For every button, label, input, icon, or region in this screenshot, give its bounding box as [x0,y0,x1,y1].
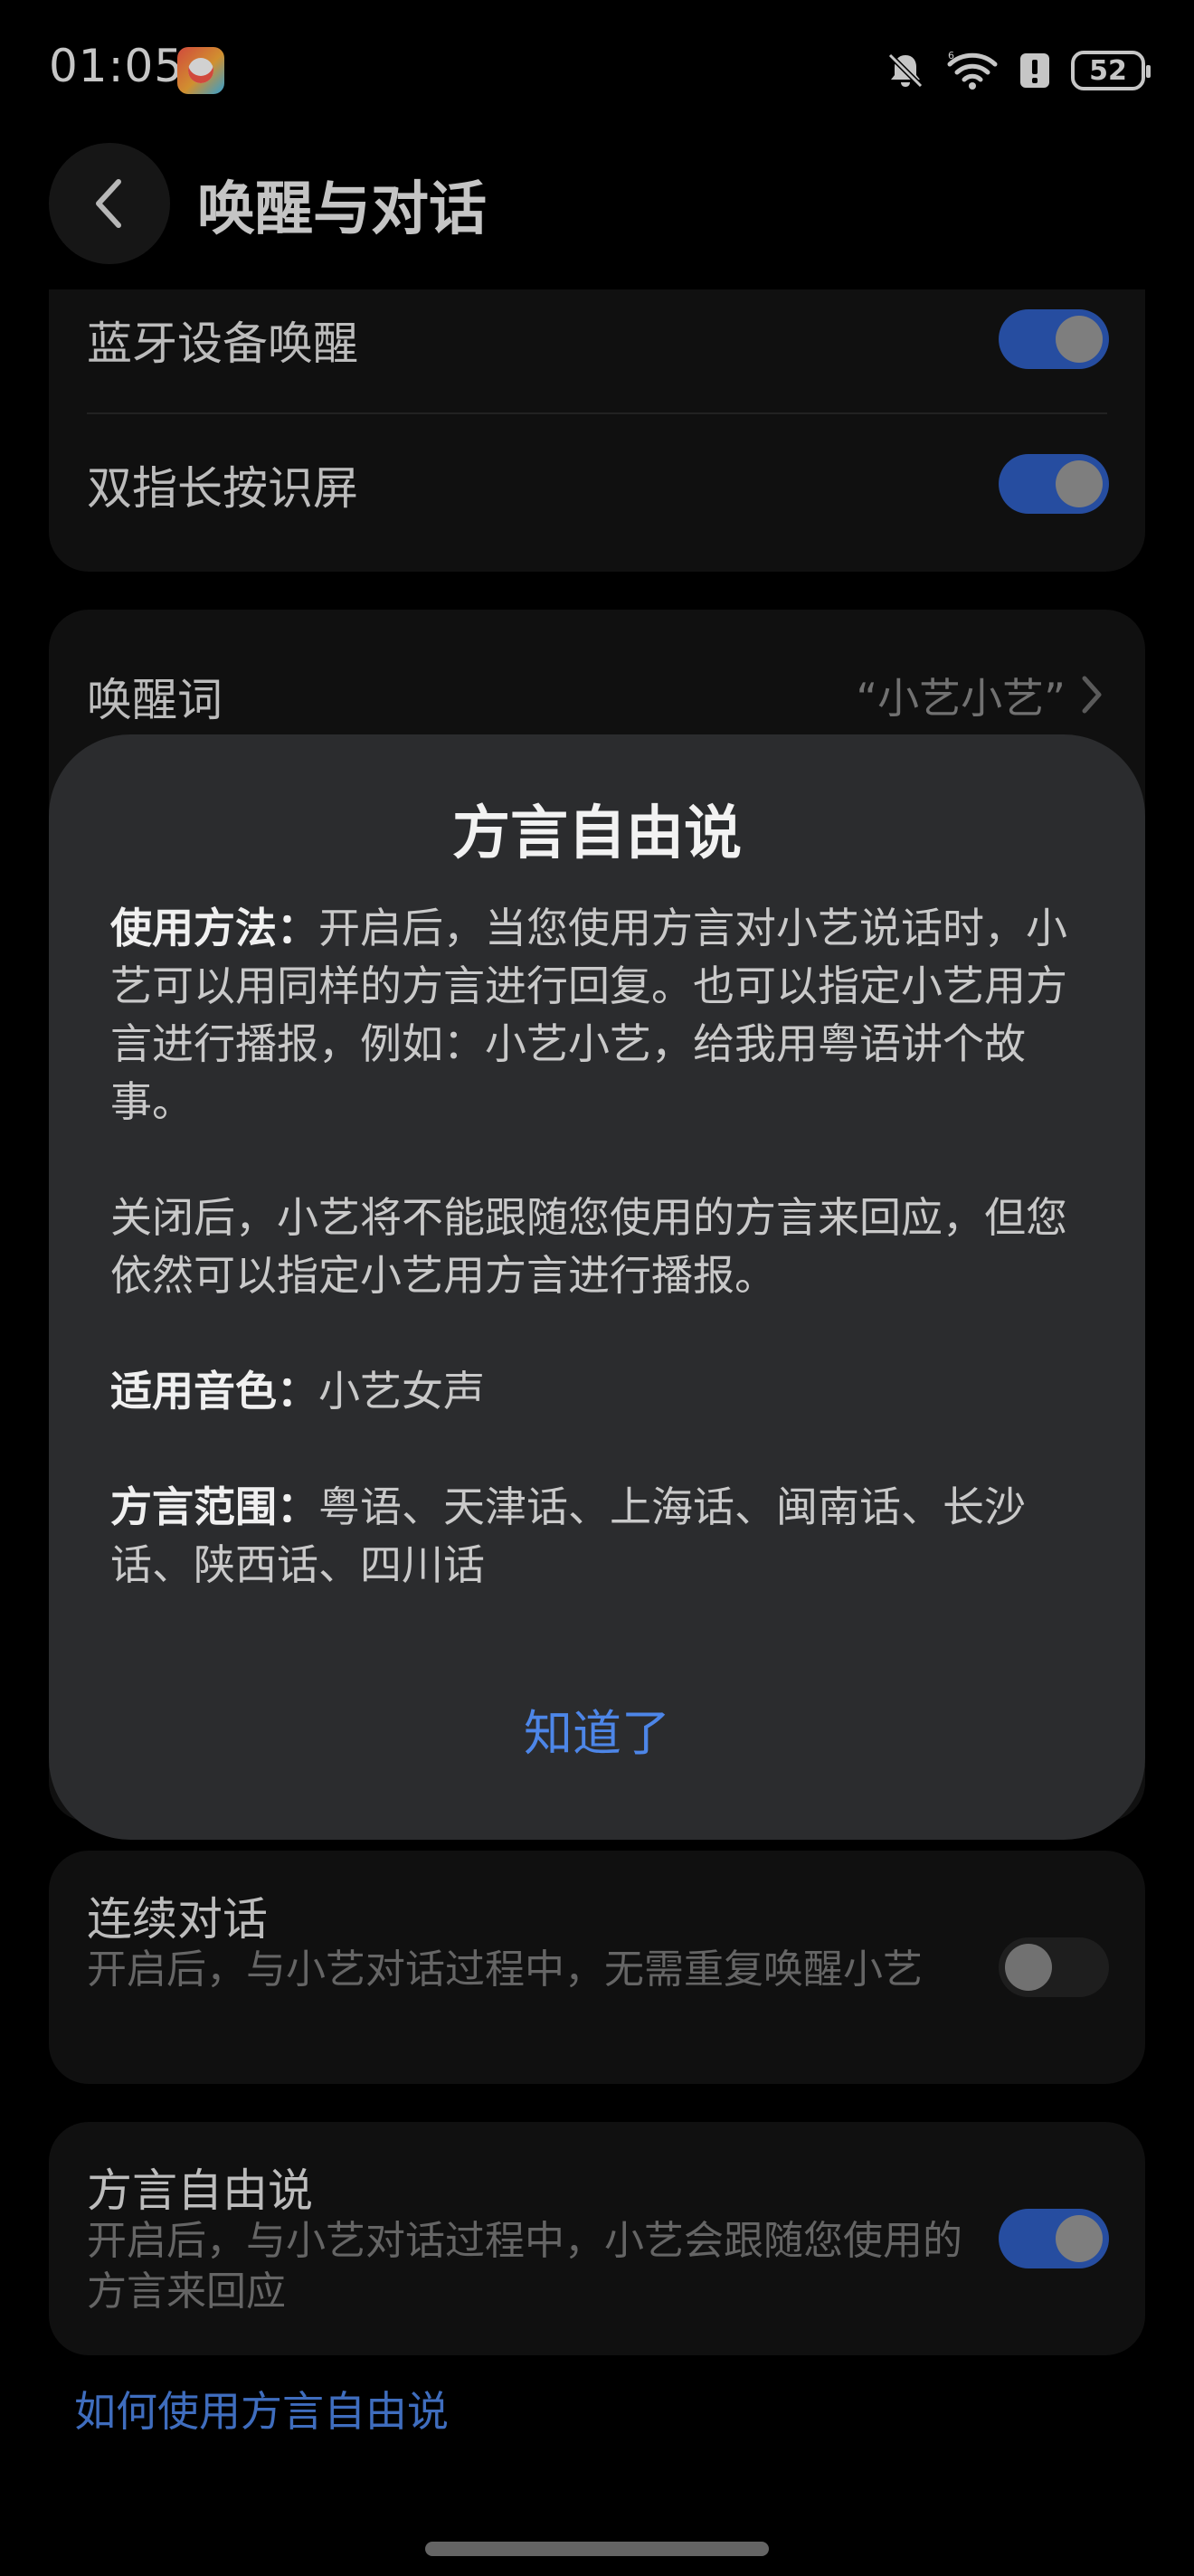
range-label: 方言范围： [110,1482,318,1531]
off-paragraph: 关闭后，小艺将不能跟随您使用的方言来回应，但您依然可以指定小艺用方言进行播报。 [110,1189,1087,1304]
dialect-info-dialog: 方言自由说 使用方法：开启后，当您使用方言对小艺说话时，小艺可以用同样的方言进行… [49,734,1145,1840]
voice-label: 适用音色： [110,1367,318,1416]
dialog-body: 使用方法：开启后，当您使用方言对小艺说话时，小艺可以用同样的方言进行回复。也可以… [110,899,1087,1594]
dialog-ok-button[interactable]: 知道了 [49,1693,1145,1765]
usage-paragraph: 使用方法：开启后，当您使用方言对小艺说话时，小艺可以用同样的方言进行回复。也可以… [110,899,1087,1131]
range-paragraph: 方言范围：粤语、天津话、上海话、闽南话、长沙话、陕西话、四川话 [110,1478,1087,1594]
voice-text: 小艺女声 [318,1367,485,1416]
usage-label: 使用方法： [110,904,318,952]
dialog-title: 方言自由说 [452,800,742,867]
voice-paragraph: 适用音色：小艺女声 [110,1362,1087,1420]
off-text: 关闭后，小艺将不能跟随您使用的方言来回应，但您依然可以指定小艺用方言进行播报。 [110,1193,1067,1300]
screen: 01:05 6 52 唤醒与对话 蓝牙设备唤醒 双指长按识屏 唤醒词 “小艺小艺… [0,0,1194,2576]
